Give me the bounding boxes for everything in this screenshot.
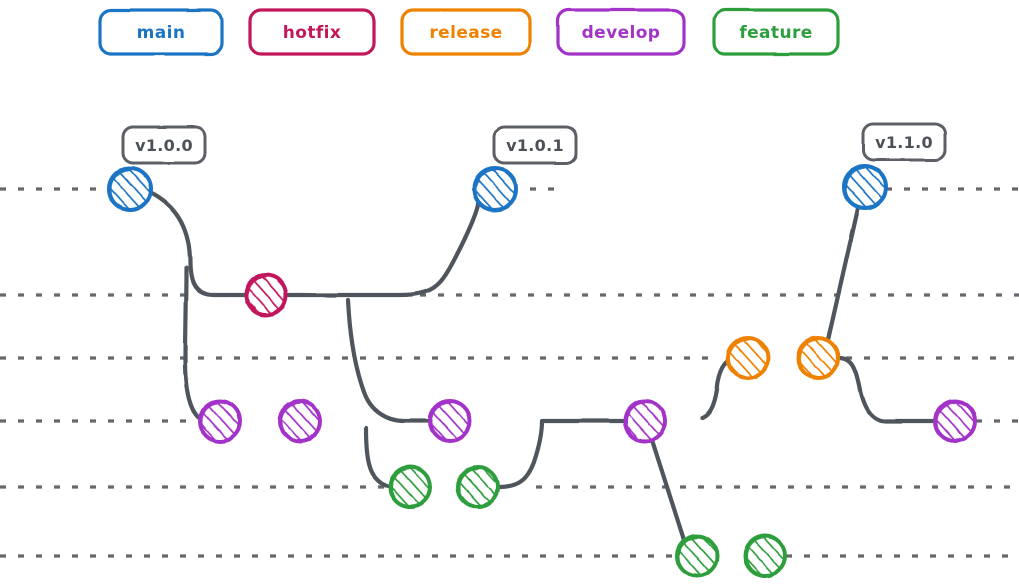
commit-node-dev-2[interactable] — [278, 399, 322, 443]
legend-item-develop[interactable]: develop — [556, 8, 686, 56]
legend-chip-label: develop — [582, 23, 661, 43]
version-tag-v1.1.0[interactable]: v1.1.0 — [861, 122, 947, 162]
commit-node-dev-3[interactable] — [428, 399, 472, 443]
version-tags: v1.0.0 v1.0.1 v1.1.0 — [121, 122, 947, 165]
edge-feat-merge-dev — [496, 418, 627, 490]
commit-node-feat-2[interactable] — [456, 465, 500, 509]
commit-node-dev-1[interactable] — [198, 399, 242, 443]
legend-item-hotfix[interactable]: hotfix — [248, 8, 376, 56]
legend-item-release[interactable]: release — [400, 8, 532, 56]
commit-node-main-2[interactable] — [472, 166, 518, 212]
version-tag-v1.0.0[interactable]: v1.0.0 — [121, 125, 207, 165]
commit-node-hotfix-1[interactable] — [244, 273, 288, 317]
commit-node-feat-1[interactable] — [388, 465, 432, 509]
commit-node-main-3[interactable] — [842, 164, 888, 210]
tag-label: v1.0.1 — [506, 136, 564, 155]
tag-label: v1.1.0 — [875, 133, 933, 152]
edge-feature2-off-dev — [649, 437, 687, 543]
legend-chip-label: main — [137, 23, 186, 43]
branch-legend: main hotfix release develop feature — [98, 8, 840, 56]
commit-node-release-2[interactable] — [796, 336, 840, 380]
edge-hotfix-branch — [147, 189, 249, 298]
gitflow-diagram-canvas: v1.0.0 v1.0.1 v1.1.0 main hotfix release deve… — [0, 0, 1019, 585]
edge-release-to-main — [825, 205, 861, 343]
version-tag-v1.0.1[interactable]: v1.0.1 — [492, 125, 578, 165]
commit-nodes — [107, 164, 977, 578]
legend-chip-label: hotfix — [283, 23, 342, 43]
gitflow-svg: v1.0.0 v1.0.1 v1.1.0 main hotfix release deve… — [0, 8, 1019, 578]
commit-node-feat-4[interactable] — [743, 534, 787, 578]
commit-node-feat-3[interactable] — [675, 534, 719, 578]
edge-release-merge-dev — [836, 355, 937, 424]
legend-item-feature[interactable]: feature — [712, 8, 840, 56]
commit-node-dev-5[interactable] — [933, 399, 977, 443]
commit-node-main-1[interactable] — [107, 166, 153, 212]
edge-hotfix-to-dev — [345, 297, 433, 424]
edge-hotfix-merge — [285, 200, 481, 298]
legend-chip-label: release — [429, 23, 502, 43]
legend-item-main[interactable]: main — [98, 8, 224, 56]
lane-guide-lines — [0, 187, 1019, 558]
commit-node-dev-4[interactable] — [623, 399, 667, 443]
legend-chip-label: feature — [739, 23, 812, 43]
tag-label: v1.0.0 — [135, 136, 193, 155]
commit-node-release-1[interactable] — [726, 336, 770, 380]
